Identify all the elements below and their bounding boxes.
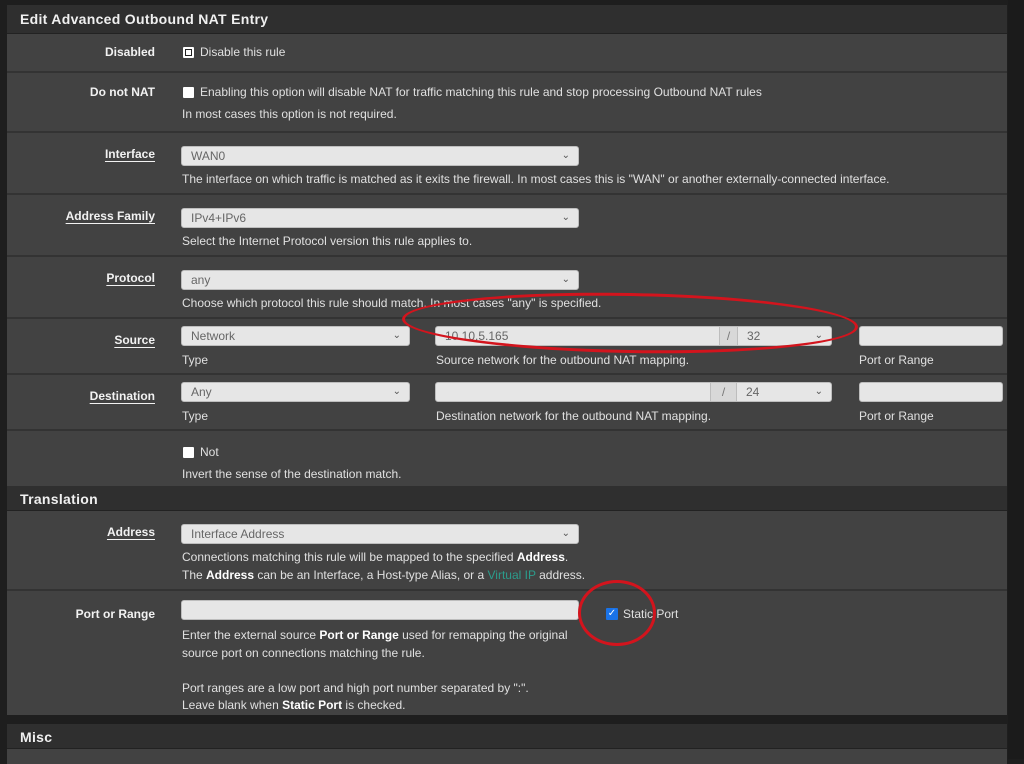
- source-network-help: Source network for the outbound NAT mapp…: [436, 353, 690, 367]
- do-not-nat-text: Enabling this option will disable NAT fo…: [200, 85, 762, 99]
- chevron-down-icon: ⌄: [814, 330, 823, 341]
- destination-slash: /: [711, 382, 736, 402]
- row-not: Not Invert the sense of the destination …: [7, 431, 1007, 491]
- source-type-value: Network: [191, 329, 236, 343]
- static-port-checkbox[interactable]: ✓: [606, 608, 618, 620]
- port-help-3: Port ranges are a low port and high port…: [182, 681, 529, 695]
- port-help-1: Enter the external source Port or Range …: [182, 628, 568, 642]
- port-or-range-label: Port or Range: [75, 607, 155, 621]
- scrollbar[interactable]: [1008, 0, 1024, 759]
- row-address: Address Interface Address ⌄ Connections …: [7, 511, 1007, 591]
- source-slash: /: [720, 326, 737, 346]
- row-port-or-range: Port or Range ✓ Static Port Enter the ex…: [7, 591, 1007, 715]
- destination-port-input[interactable]: [859, 382, 1003, 402]
- destination-mask-select[interactable]: 24 ⌄: [736, 382, 832, 402]
- row-interface: Interface WAN0 ⌄ The interface on which …: [7, 133, 1007, 195]
- source-type-help: Type: [182, 353, 209, 367]
- destination-network-input[interactable]: [435, 382, 711, 402]
- address-help-line1: Connections matching this rule will be m…: [182, 550, 568, 564]
- destination-port-help: Port or Range: [859, 409, 934, 423]
- protocol-help: Choose which protocol this rule should m…: [182, 296, 602, 310]
- destination-network-help: Destination network for the outbound NAT…: [436, 409, 712, 423]
- source-port-input[interactable]: [859, 326, 1003, 346]
- row-source: Source Network ⌄ Type 10.10.5.165 / 32 ⌄…: [7, 319, 1007, 375]
- do-not-nat-help: In most cases this option is not require…: [182, 107, 397, 121]
- virtual-ip-link[interactable]: Virtual IP: [488, 568, 536, 582]
- text: can be an Interface, a Host-type Alias, …: [254, 568, 488, 582]
- source-mask-select[interactable]: 32 ⌄: [737, 326, 832, 346]
- row-disabled: Disabled Disable this rule: [7, 34, 1007, 73]
- chevron-down-icon: ⌄: [561, 150, 570, 161]
- text: Connections matching this rule will be m…: [182, 550, 517, 564]
- destination-type-help: Type: [182, 409, 209, 423]
- protocol-label[interactable]: Protocol: [106, 271, 155, 285]
- chevron-down-icon: ⌄: [561, 528, 570, 539]
- address-family-label[interactable]: Address Family: [66, 209, 155, 223]
- panel-title: Misc: [7, 724, 1007, 749]
- row-do-not-nat: Do not NAT Enabling this option will dis…: [7, 73, 1007, 133]
- translation-panel: Translation Address Interface Address ⌄ …: [7, 486, 1007, 715]
- disable-rule-checkbox[interactable]: [183, 47, 194, 58]
- chevron-down-icon: ⌄: [561, 212, 570, 223]
- text: used for remapping the original: [398, 628, 568, 642]
- address-label[interactable]: Address: [107, 525, 155, 539]
- disable-rule-text: Disable this rule: [200, 45, 286, 59]
- destination-label[interactable]: Destination: [90, 389, 155, 403]
- row-protocol: Protocol any ⌄ Choose which protocol thi…: [7, 257, 1007, 319]
- interface-label[interactable]: Interface: [105, 147, 155, 161]
- port-help-2: source port on connections matching the …: [182, 646, 425, 660]
- interface-select[interactable]: WAN0 ⌄: [181, 146, 579, 166]
- text: The: [182, 568, 207, 582]
- text: address.: [535, 568, 586, 582]
- text: is checked.: [342, 698, 406, 712]
- address-value: Interface Address: [191, 527, 285, 541]
- address-select[interactable]: Interface Address ⌄: [181, 524, 579, 544]
- do-not-nat-label: Do not NAT: [89, 85, 155, 99]
- source-network-value: 10.10.5.165: [445, 329, 509, 343]
- source-network-input[interactable]: 10.10.5.165: [435, 326, 720, 346]
- chevron-down-icon: ⌄: [392, 386, 401, 397]
- not-help: Invert the sense of the destination matc…: [182, 467, 402, 481]
- address-family-help: Select the Internet Protocol version thi…: [182, 234, 473, 248]
- row-address-family: Address Family IPv4+IPv6 ⌄ Select the In…: [7, 195, 1007, 257]
- panel-title: Edit Advanced Outbound NAT Entry: [7, 5, 1007, 34]
- text: Leave blank when: [182, 698, 283, 712]
- do-not-nat-checkbox[interactable]: [183, 87, 194, 98]
- edit-nat-panel: Edit Advanced Outbound NAT Entry Disable…: [7, 5, 1007, 491]
- row-destination: Destination Any ⌄ Type / 24 ⌄ Destinatio…: [7, 375, 1007, 431]
- address-family-value: IPv4+IPv6: [191, 211, 247, 225]
- source-type-select[interactable]: Network ⌄: [181, 326, 410, 346]
- text: Enter the external source: [182, 628, 320, 642]
- destination-type-select[interactable]: Any ⌄: [181, 382, 410, 402]
- port-help-4: Leave blank when Static Port is checked.: [182, 698, 405, 712]
- source-port-help: Port or Range: [859, 353, 934, 367]
- disabled-label: Disabled: [104, 45, 155, 59]
- address-family-select[interactable]: IPv4+IPv6 ⌄: [181, 208, 579, 228]
- address-help-line2: The Address can be an Interface, a Host-…: [182, 568, 585, 582]
- protocol-value: any: [191, 273, 211, 287]
- protocol-select[interactable]: any ⌄: [181, 270, 579, 290]
- text: .: [564, 550, 569, 564]
- interface-value: WAN0: [191, 149, 226, 163]
- source-label[interactable]: Source: [114, 333, 155, 347]
- translation-port-input[interactable]: [181, 600, 579, 620]
- text-bold: Static Port: [282, 698, 343, 712]
- not-checkbox[interactable]: [183, 447, 194, 458]
- chevron-down-icon: ⌄: [814, 386, 823, 397]
- destination-type-value: Any: [191, 385, 212, 399]
- destination-mask-value: 24: [746, 385, 760, 399]
- chevron-down-icon: ⌄: [392, 330, 401, 341]
- text-bold: Port or Range: [319, 628, 399, 642]
- not-text: Not: [200, 445, 219, 459]
- static-port-label: Static Port: [623, 607, 679, 621]
- interface-help: The interface on which traffic is matche…: [182, 172, 890, 186]
- chevron-down-icon: ⌄: [561, 274, 570, 285]
- panel-title: Translation: [7, 486, 1007, 511]
- text-bold: Address: [206, 568, 255, 582]
- source-mask-value: 32: [747, 329, 761, 343]
- text-bold: Address: [516, 550, 565, 564]
- misc-panel: Misc: [7, 724, 1007, 764]
